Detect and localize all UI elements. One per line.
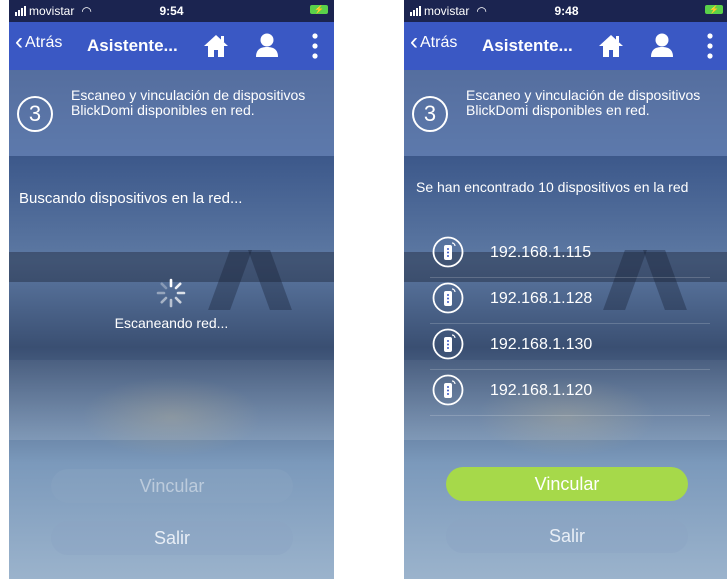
step-number-badge: 3 <box>412 96 448 132</box>
step-number-badge: 3 <box>17 96 53 132</box>
battery-icon: ⚡ <box>705 5 723 14</box>
nav-bar: ‹ Atrás Asistente... <box>404 22 727 70</box>
step-header: 3 Escaneo y vinculación de dispositivos … <box>404 70 727 156</box>
back-button[interactable]: ‹ Atrás <box>15 28 63 55</box>
step-description: Escaneo y vinculación de dispositivos Bl… <box>71 87 306 118</box>
phone-screen-scanning: movistar ◠ 9:54 ⚡ ‹ Atrás Asistente... 3… <box>9 0 334 579</box>
step-description: Escaneo y vinculación de dispositivos Bl… <box>466 87 701 118</box>
more-vertical-icon[interactable] <box>311 32 319 60</box>
device-icon <box>432 282 464 314</box>
back-chevron-icon: ‹ <box>15 28 23 55</box>
device-icon <box>432 328 464 360</box>
back-chevron-icon: ‹ <box>410 28 418 55</box>
battery-icon: ⚡ <box>310 5 328 14</box>
exit-button[interactable]: Salir <box>446 519 688 553</box>
device-ip: 192.168.1.120 <box>490 382 593 399</box>
device-icon <box>432 236 464 268</box>
clock: 9:48 <box>554 4 579 18</box>
back-button[interactable]: ‹ Atrás <box>410 28 458 55</box>
phone-screen-results: movistar ◠ 9:48 ⚡ ‹ Atrás Asistente... 3… <box>404 0 727 579</box>
spinner-icon <box>156 278 186 308</box>
device-row[interactable]: 192.168.1.115 <box>430 232 710 278</box>
device-ip: 192.168.1.115 <box>490 244 592 261</box>
link-button[interactable]: Vincular <box>446 467 688 501</box>
user-icon[interactable] <box>650 32 674 58</box>
step-header: 3 Escaneo y vinculación de dispositivos … <box>9 70 334 156</box>
device-ip: 192.168.1.130 <box>490 336 593 353</box>
user-icon[interactable] <box>255 32 279 58</box>
spinner-label: Escaneando red... <box>114 315 229 331</box>
link-button[interactable]: Vincular <box>51 469 293 503</box>
status-bar: movistar ◠ 9:48 ⚡ <box>404 0 727 22</box>
back-label: Atrás <box>420 34 458 51</box>
more-vertical-icon[interactable] <box>706 32 714 60</box>
page-title: Asistente... <box>482 36 573 55</box>
home-icon[interactable] <box>203 34 229 58</box>
device-ip: 192.168.1.128 <box>490 290 593 307</box>
device-row[interactable]: 192.168.1.130 <box>430 324 710 370</box>
home-icon[interactable] <box>598 34 624 58</box>
page-title: Asistente... <box>87 36 178 55</box>
status-bar: movistar ◠ 9:54 ⚡ <box>9 0 334 22</box>
back-label: Atrás <box>25 34 63 51</box>
device-list: 192.168.1.115 192.168.1.128 192.168.1.13… <box>430 232 710 416</box>
search-status-text: Buscando dispositivos en la red... <box>19 190 243 207</box>
exit-button[interactable]: Salir <box>51 521 293 555</box>
device-row[interactable]: 192.168.1.128 <box>430 278 710 324</box>
device-row[interactable]: 192.168.1.120 <box>430 370 710 416</box>
found-devices-text: Se han encontrado 10 dispositivos en la … <box>416 179 689 195</box>
clock: 9:54 <box>159 4 184 18</box>
device-icon <box>432 374 464 406</box>
nav-bar: ‹ Atrás Asistente... <box>9 22 334 70</box>
